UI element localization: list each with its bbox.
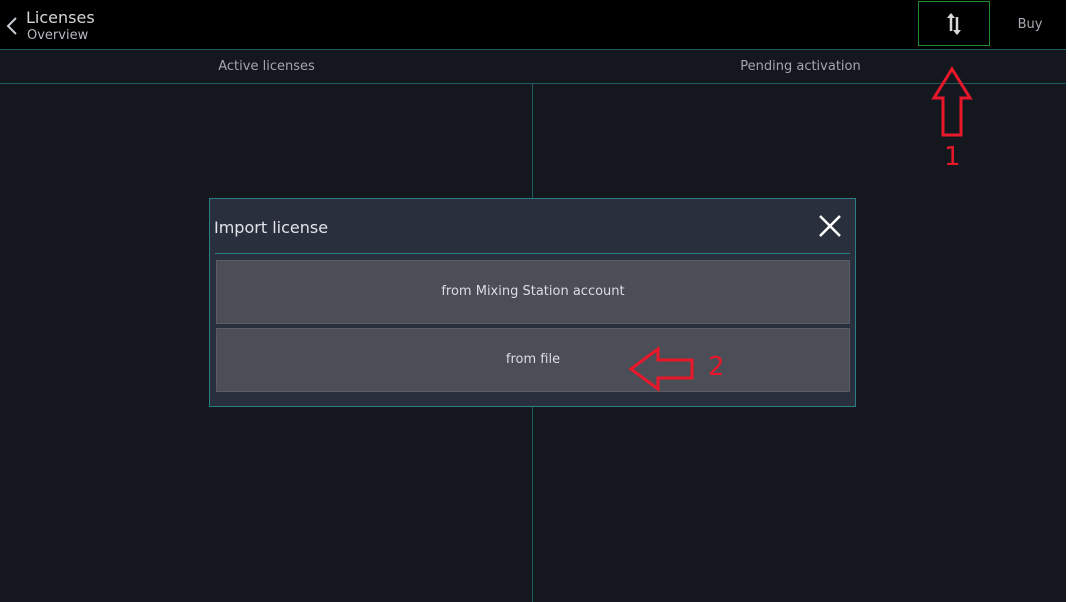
annotation-step-1: 1 <box>944 142 961 172</box>
page-subtitle: Overview <box>27 28 89 43</box>
chevron-left-icon[interactable] <box>4 14 20 38</box>
tab-pending-activation[interactable]: Pending activation <box>533 50 1068 83</box>
tab-active-licenses[interactable]: Active licenses <box>0 50 533 83</box>
import-from-account-button[interactable]: from Mixing Station account <box>216 260 850 324</box>
annotation-step-2: 2 <box>708 352 725 382</box>
dialog-title: Import license <box>214 218 329 237</box>
buy-button[interactable]: Buy <box>995 0 1065 49</box>
import-export-icon <box>947 13 961 35</box>
tab-bar: Active licenses Pending activation <box>0 50 1068 84</box>
annotation-arrow-up-icon <box>931 66 973 137</box>
import-license-dialog: Import license from Mixing Station accou… <box>209 198 856 407</box>
import-from-file-button[interactable]: from file <box>216 328 850 392</box>
import-button[interactable] <box>918 1 990 46</box>
top-bar: Licenses Overview Buy <box>0 0 1068 50</box>
close-icon[interactable] <box>816 212 844 240</box>
page-title: Licenses <box>26 8 95 27</box>
annotation-arrow-left-icon <box>628 346 694 392</box>
dialog-separator <box>215 253 850 254</box>
